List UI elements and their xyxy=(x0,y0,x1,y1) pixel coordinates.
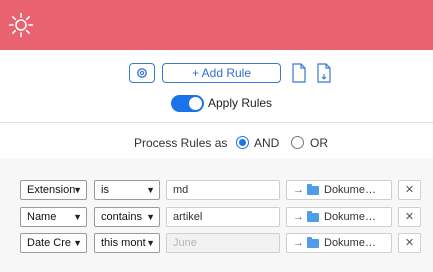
radio-and[interactable] xyxy=(236,136,249,149)
target-folder-name: Dokume… xyxy=(324,184,376,196)
chevron-down-icon: ▼ xyxy=(146,238,155,248)
folder-icon xyxy=(307,184,319,195)
process-rules-label: Process Rules as xyxy=(134,136,228,150)
target-folder-button[interactable]: → Dokume… xyxy=(286,207,392,227)
operator-select-value: this mont xyxy=(101,237,146,249)
field-select[interactable]: Date Cre ▼ xyxy=(20,233,87,253)
close-icon: ✕ xyxy=(404,211,415,223)
apply-rules-toggle[interactable] xyxy=(171,95,204,112)
radio-or[interactable] xyxy=(291,136,304,149)
chevron-down-icon: ▼ xyxy=(73,238,82,248)
value-input[interactable]: June xyxy=(166,233,280,253)
settings-button[interactable] xyxy=(129,63,155,83)
field-select-value: Date Cre xyxy=(27,237,72,249)
field-select-value: Name xyxy=(27,211,57,223)
operator-select-value: contains xyxy=(101,211,142,223)
rule-row: Name ▼ contains ▼ artikel → Dokume… ✕ xyxy=(0,207,433,229)
app-header xyxy=(0,0,433,50)
radio-and-label: AND xyxy=(254,136,280,150)
value-input[interactable]: md xyxy=(166,180,280,200)
chevron-down-icon: ▼ xyxy=(146,212,155,222)
target-folder-button[interactable]: → Dokume… xyxy=(286,180,392,200)
chevron-down-icon: ▼ xyxy=(73,185,82,195)
close-icon: ✕ xyxy=(404,184,415,196)
arrow-right-icon: → xyxy=(293,237,304,249)
arrow-right-icon: → xyxy=(293,184,304,196)
folder-icon xyxy=(307,211,319,222)
folder-icon xyxy=(307,237,319,248)
field-select-value: Extension xyxy=(27,184,76,196)
target-folder-name: Dokume… xyxy=(324,237,376,249)
gear-icon xyxy=(137,68,147,78)
operator-select[interactable]: this mont ▼ xyxy=(94,233,160,253)
target-folder-name: Dokume… xyxy=(324,211,376,223)
target-folder-button[interactable]: → Dokume… xyxy=(286,233,392,253)
apply-rules-label: Apply Rules xyxy=(208,96,273,110)
file-import-icon[interactable] xyxy=(291,63,307,83)
radio-or-label: OR xyxy=(310,136,328,150)
rule-row: Date Cre ▼ this mont ▼ June → Dokume… ✕ xyxy=(0,233,433,255)
field-select[interactable]: Name ▼ xyxy=(20,207,87,227)
operator-select[interactable]: is ▼ xyxy=(94,180,160,200)
chevron-down-icon: ▼ xyxy=(73,212,82,222)
chevron-down-icon: ▼ xyxy=(146,185,155,195)
rule-row: Extension ▼ is ▼ md → Dokume… ✕ xyxy=(0,180,433,202)
file-export-icon[interactable] xyxy=(316,63,332,83)
field-select[interactable]: Extension ▼ xyxy=(20,180,87,200)
arrow-right-icon: → xyxy=(293,211,304,223)
add-rule-button[interactable]: + Add Rule xyxy=(162,63,281,83)
toolbar: + Add Rule xyxy=(0,63,433,83)
delete-rule-button[interactable]: ✕ xyxy=(398,180,421,200)
delete-rule-button[interactable]: ✕ xyxy=(398,207,421,227)
rules-control-panel: + Add Rule Apply Rules Process Rules as … xyxy=(0,50,433,158)
operator-select-value: is xyxy=(101,184,109,196)
delete-rule-button[interactable]: ✕ xyxy=(398,233,421,253)
sun-icon[interactable] xyxy=(8,12,34,38)
close-icon: ✕ xyxy=(404,237,415,249)
divider xyxy=(0,122,433,123)
toggle-knob xyxy=(189,97,202,110)
value-input[interactable]: artikel xyxy=(166,207,280,227)
operator-select[interactable]: contains ▼ xyxy=(94,207,160,227)
